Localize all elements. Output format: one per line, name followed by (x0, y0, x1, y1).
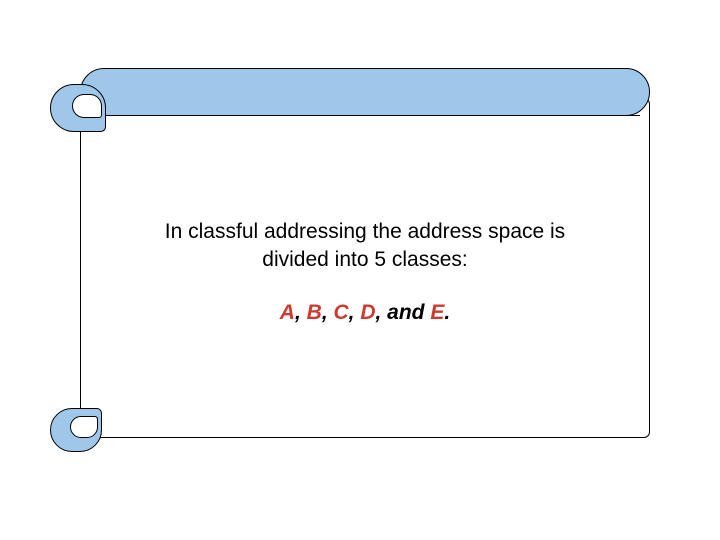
period: . (444, 301, 450, 324)
class-b: B (307, 301, 322, 324)
scroll-bottom-curl (50, 408, 102, 452)
classes-list: A, B, C, D, and E. (80, 301, 650, 325)
scroll-top-roll (80, 68, 650, 116)
body-line-2: divided into 5 classes: (262, 248, 467, 271)
class-d: D (360, 301, 375, 324)
slide-text: In classful addressing the address space… (80, 218, 650, 325)
comma-3: , (349, 301, 361, 324)
scroll-figure: In classful addressing the address space… (50, 68, 670, 468)
body-text: In classful addressing the address space… (80, 218, 650, 275)
comma-1: , (295, 301, 307, 324)
class-e: E (430, 301, 444, 324)
and-word: and (387, 301, 430, 324)
scroll-top-curl (50, 84, 106, 132)
body-line-1: In classful addressing the address space… (165, 220, 565, 243)
class-a: A (280, 301, 295, 324)
class-c: C (333, 301, 348, 324)
comma-2: , (322, 301, 334, 324)
scroll-top-edge (112, 115, 640, 116)
comma-4: , (376, 301, 388, 324)
